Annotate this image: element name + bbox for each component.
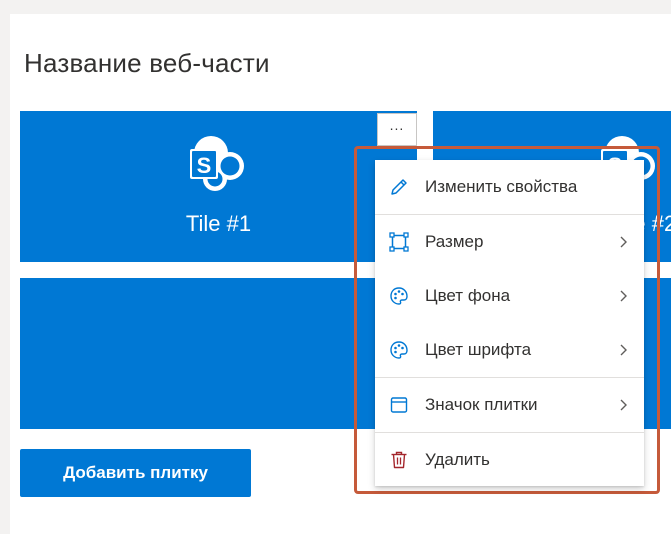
resize-icon (386, 229, 412, 255)
chevron-right-icon (616, 398, 630, 412)
pencil-icon (386, 174, 412, 200)
menu-item-label: Удалить (425, 450, 490, 469)
tile-context-menu: Изменить свойства Размер Цвет фона Цвет … (375, 160, 644, 486)
palette-icon (386, 283, 412, 309)
menu-item-tile-icon[interactable]: Значок плитки (375, 378, 644, 432)
menu-item-size[interactable]: Размер (375, 215, 644, 269)
palette-icon (386, 337, 412, 363)
chevron-right-icon (616, 235, 630, 249)
menu-item-label: Цвет фона (425, 286, 511, 305)
chevron-right-icon (616, 289, 630, 303)
webpart-title: Название веб-части (24, 48, 270, 78)
menu-item-delete[interactable]: Удалить (375, 433, 644, 487)
menu-item-label: Значок плитки (425, 395, 538, 414)
svg-text:S: S (197, 153, 212, 178)
chevron-right-icon (616, 343, 630, 357)
menu-item-font-color[interactable]: Цвет шрифта (375, 323, 644, 377)
menu-item-label: Размер (425, 232, 484, 251)
menu-item-label: Цвет шрифта (425, 340, 532, 359)
menu-item-edit-properties[interactable]: Изменить свойства (375, 160, 644, 214)
add-tile-button[interactable]: Добавить плитку (20, 449, 251, 497)
menu-item-background-color[interactable]: Цвет фона (375, 269, 644, 323)
menu-item-label: Изменить свойства (425, 177, 578, 196)
tile-more-button[interactable]: ... (377, 113, 417, 146)
trash-icon (386, 447, 412, 473)
window-icon (386, 392, 412, 418)
sharepoint-icon: S (190, 136, 244, 191)
